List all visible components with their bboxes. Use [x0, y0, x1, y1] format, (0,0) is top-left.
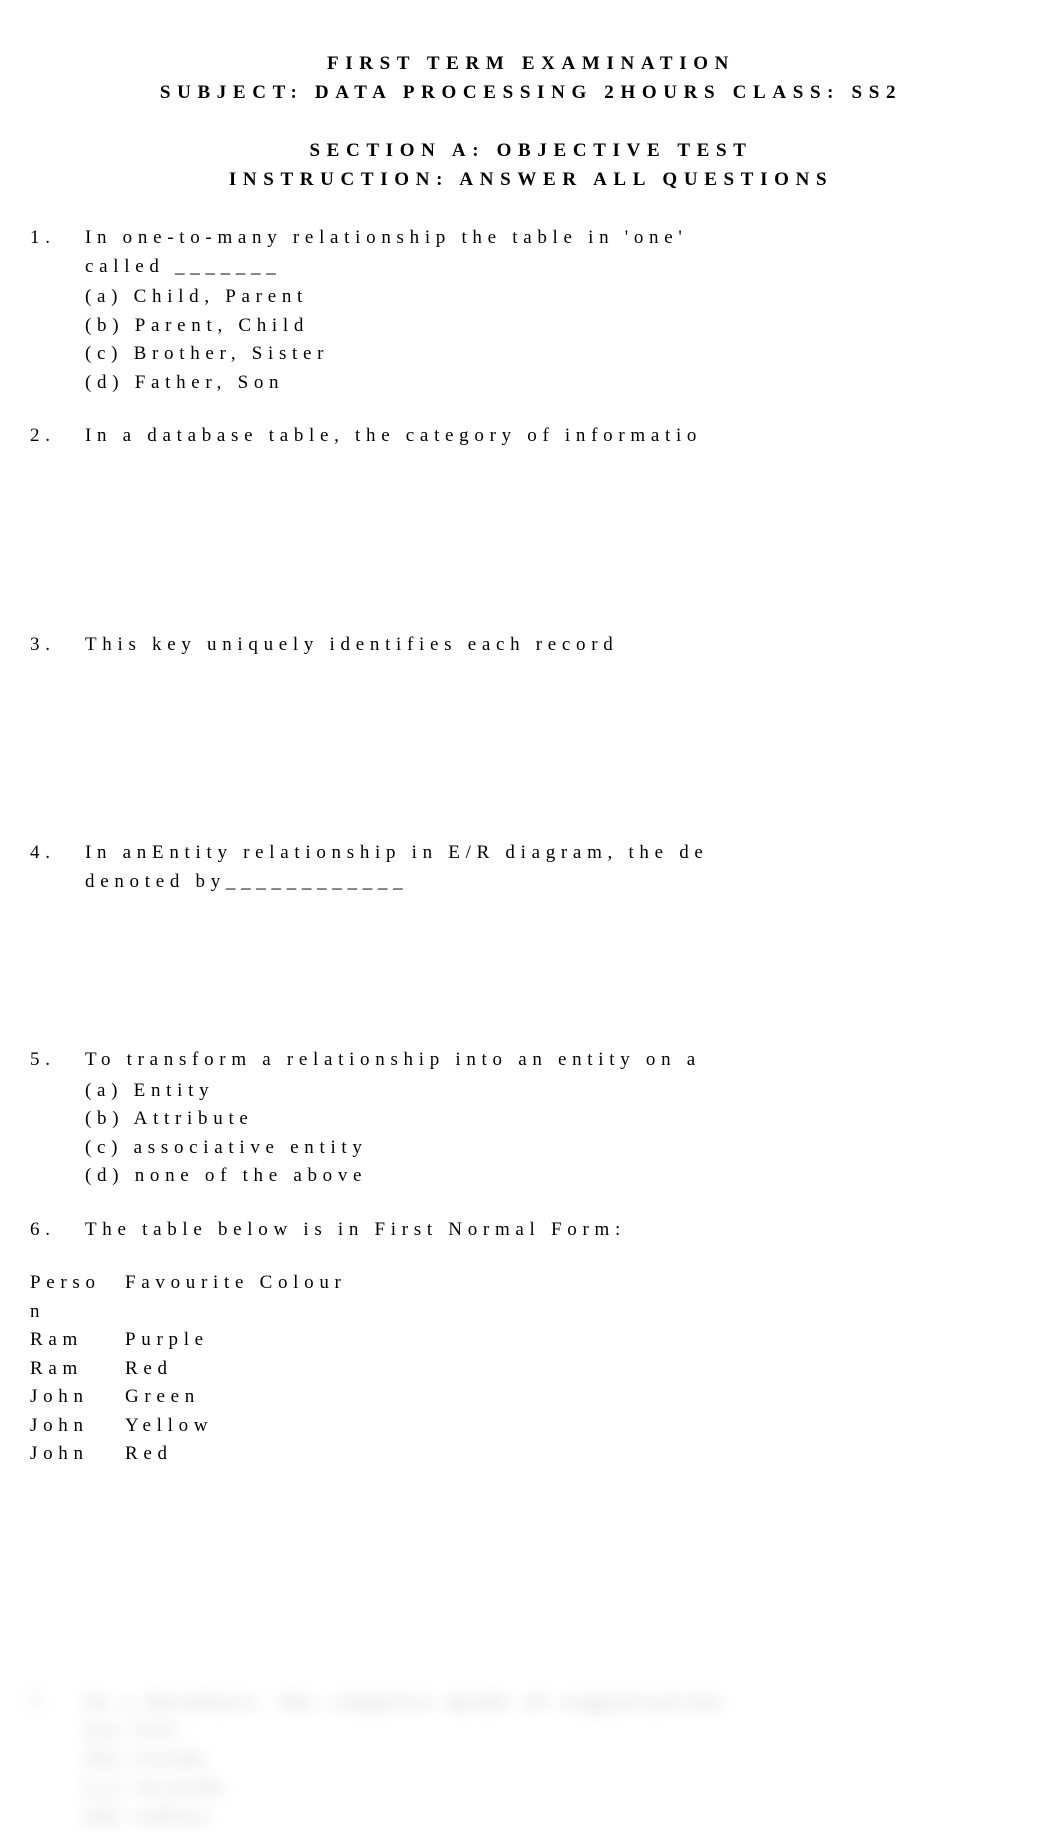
table-col2-header: Favourite Colour	[125, 1269, 347, 1298]
data-table: Perso Favourite Colour n Ram Purple Ram …	[30, 1269, 1032, 1469]
option-c: (c) Brother, Sister	[85, 340, 1032, 369]
question-7-blurred: 7. In a database, the simplest mode of o…	[30, 1689, 1032, 1831]
question-body: The table below is in First Normal Form:	[85, 1216, 1032, 1245]
question-3: 3. This key uniquely identifies each rec…	[30, 631, 1032, 660]
question-number: 3.	[30, 631, 85, 660]
table-row: John Yellow	[30, 1412, 1032, 1441]
question-blank: called _______	[85, 253, 1032, 282]
header-subject: SUBJECT: DATA PROCESSING 2HOURS CLASS: S…	[30, 79, 1032, 108]
question-1: 1. In one-to-many relationship the table…	[30, 224, 1032, 397]
question-text: In one-to-many relationship the table in…	[85, 224, 1032, 253]
option-a: (a) Entity	[85, 1077, 1032, 1106]
blurred-preview: 7. In a database, the simplest mode of o…	[30, 1689, 1032, 1831]
option-d: (d) Father, Son	[85, 369, 1032, 398]
option-c: (c) associative entity	[85, 1134, 1032, 1163]
question-text: In a database table, the category of inf…	[85, 422, 1032, 451]
table-cell: John	[30, 1440, 125, 1469]
option-d: (d) tables	[85, 1803, 1032, 1831]
question-options: (a) Entity (b) Attribute (c) associative…	[85, 1077, 1032, 1191]
question-body: In anEntity relationship in E/R diagram,…	[85, 839, 1032, 896]
table-cell: Yellow	[125, 1412, 213, 1441]
question-body: To transform a relationship into an enti…	[85, 1046, 1032, 1191]
question-number: 2.	[30, 422, 85, 451]
section-title: SECTION A: OBJECTIVE TEST	[30, 137, 1032, 166]
table-header: Perso Favourite Colour	[30, 1269, 1032, 1298]
question-text: The table below is in First Normal Form:	[85, 1216, 1032, 1245]
question-text: In anEntity relationship in E/R diagram,…	[85, 839, 1032, 868]
question-6: 6. The table below is in First Normal Fo…	[30, 1216, 1032, 1245]
table-cell: John	[30, 1383, 125, 1412]
section-header: SECTION A: OBJECTIVE TEST INSTRUCTION: A…	[30, 137, 1032, 194]
header-title: FIRST TERM EXAMINATION	[30, 50, 1032, 79]
question-5: 5. To transform a relationship into an e…	[30, 1046, 1032, 1191]
table-row: Ram Purple	[30, 1326, 1032, 1355]
table-cell: Red	[125, 1440, 173, 1469]
table-col1-header-wrap: n	[30, 1298, 1032, 1327]
table-cell: Ram	[30, 1326, 125, 1355]
table-cell: John	[30, 1412, 125, 1441]
table-cell: Purple	[125, 1326, 209, 1355]
question-number: 4.	[30, 839, 85, 896]
table-row: John Red	[30, 1440, 1032, 1469]
question-line2: denoted by____________	[85, 868, 1032, 897]
question-number: 7.	[30, 1689, 85, 1831]
option-b: (b) Attribute	[85, 1105, 1032, 1134]
option-b: (b) Parent, Child	[85, 312, 1032, 341]
question-options: (a) Child, Parent (b) Parent, Child (c) …	[85, 283, 1032, 397]
table-cell: Red	[125, 1355, 173, 1384]
option-c: (c) records	[85, 1774, 1032, 1803]
option-b: (b) fields	[85, 1746, 1032, 1775]
option-a: (a) Child, Parent	[85, 283, 1032, 312]
question-number: 5.	[30, 1046, 85, 1191]
exam-header: FIRST TERM EXAMINATION SUBJECT: DATA PRO…	[30, 50, 1032, 107]
question-number: 6.	[30, 1216, 85, 1245]
table-col1-header: Perso	[30, 1269, 125, 1298]
question-2: 2. In a database table, the category of …	[30, 422, 1032, 451]
question-body: In a database, the simplest mode of orga…	[85, 1689, 1032, 1831]
question-body: In one-to-many relationship the table in…	[85, 224, 1032, 397]
table-row: Ram Red	[30, 1355, 1032, 1384]
option-d: (d) none of the above	[85, 1162, 1032, 1191]
question-body: In a database table, the category of inf…	[85, 422, 1032, 451]
table-cell: Ram	[30, 1355, 125, 1384]
question-number: 1.	[30, 224, 85, 397]
question-text: This key uniquely identifies each record	[85, 631, 1032, 660]
question-body: This key uniquely identifies each record	[85, 631, 1032, 660]
table-cell: Green	[125, 1383, 200, 1412]
section-instruction: INSTRUCTION: ANSWER ALL QUESTIONS	[30, 166, 1032, 195]
option-a: (a) file	[85, 1717, 1032, 1746]
question-text: To transform a relationship into an enti…	[85, 1046, 1032, 1075]
question-text: In a database, the simplest mode of orga…	[85, 1689, 1032, 1718]
table-row: John Green	[30, 1383, 1032, 1412]
question-4: 4. In anEntity relationship in E/R diagr…	[30, 839, 1032, 896]
